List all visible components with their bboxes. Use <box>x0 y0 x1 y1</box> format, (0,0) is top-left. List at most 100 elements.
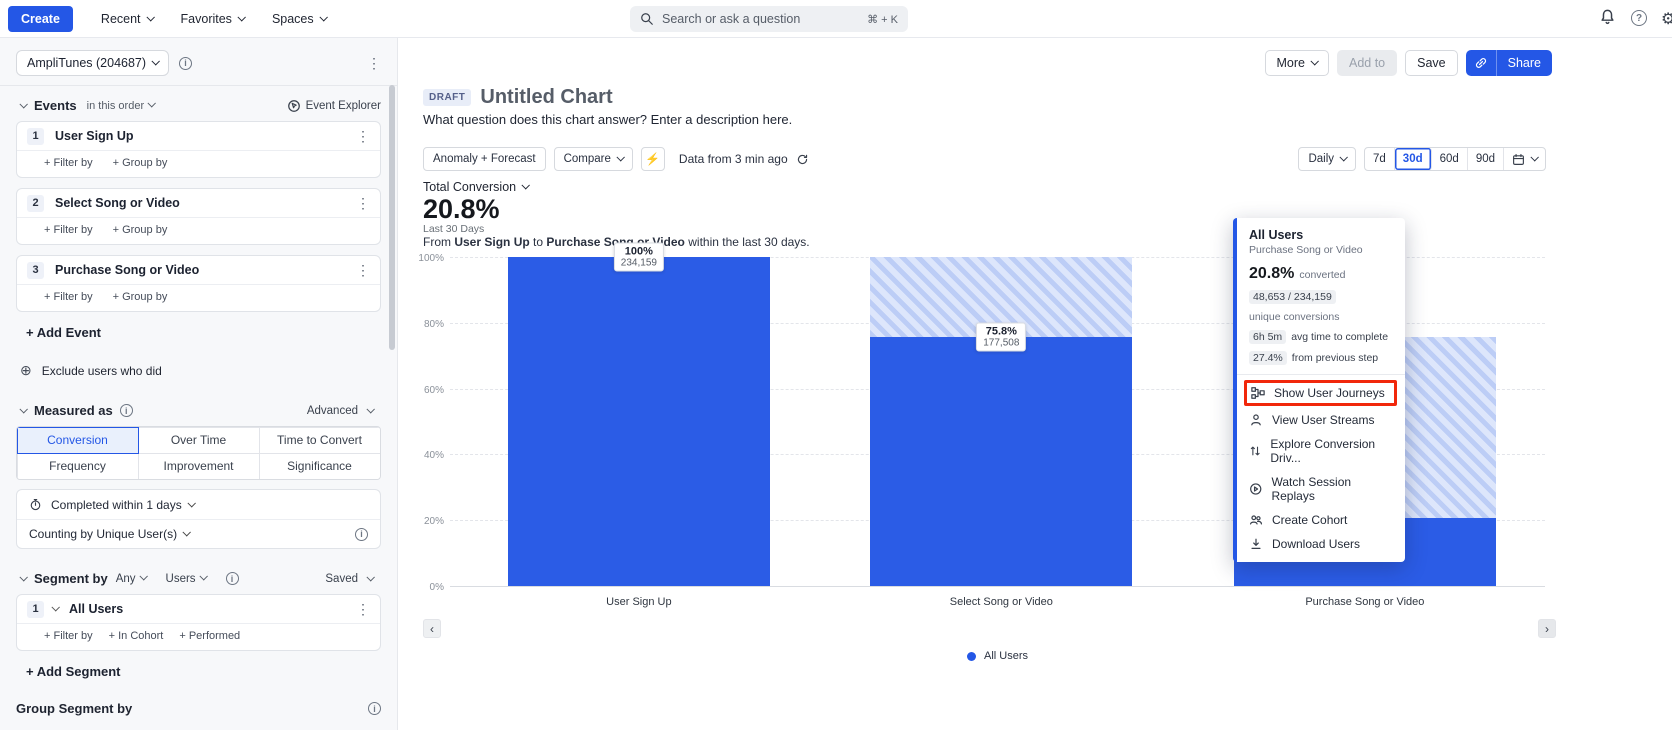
legend-label[interactable]: All Users <box>984 650 1028 662</box>
add-event-button[interactable]: + Add Event <box>26 325 381 340</box>
event-name[interactable]: User Sign Up <box>55 129 134 143</box>
segment-users-dropdown[interactable]: Users <box>166 573 214 585</box>
compare-dropdown[interactable]: Compare <box>554 147 633 171</box>
create-button[interactable]: Create <box>8 6 73 32</box>
top-nav: Create Recent Favorites Spaces Search or… <box>0 0 1672 38</box>
measured-info-icon[interactable]: i <box>120 404 133 417</box>
event-explorer-button[interactable]: Event Explorer <box>287 99 381 113</box>
segment-name[interactable]: All Users <box>69 602 123 616</box>
menu-create-cohort[interactable]: Create Cohort <box>1237 508 1405 532</box>
add-segment-button[interactable]: + Add Segment <box>26 664 381 679</box>
events-collapse-icon[interactable] <box>19 100 27 108</box>
live-bolt-button[interactable]: ⚡ <box>641 147 665 171</box>
sidebar-kebab-menu-icon[interactable]: ⋮ <box>367 56 381 70</box>
range-60d[interactable]: 60d <box>1432 148 1468 170</box>
share-button[interactable]: Share <box>1496 50 1552 76</box>
menu-download-users[interactable]: Download Users <box>1237 532 1405 556</box>
menu-explore-conversion-drivers[interactable]: Explore Conversion Driv... <box>1237 432 1405 470</box>
range-30d[interactable]: 30d <box>1395 148 1432 170</box>
range-90d[interactable]: 90d <box>1468 148 1504 170</box>
tab-conversion[interactable]: Conversion <box>17 427 139 454</box>
tab-significance[interactable]: Significance <box>259 453 381 480</box>
chevron-down-icon <box>183 528 191 536</box>
funnel-bar-user-sign-up[interactable]: 100% 234,159 User Sign Up <box>508 257 770 586</box>
conversion-options: Completed within 1 days Counting by Uniq… <box>16 489 381 549</box>
menu-watch-session-replays[interactable]: Watch Session Replays <box>1237 470 1405 508</box>
divider <box>1237 374 1405 375</box>
event-kebab-menu-icon[interactable]: ⋮ <box>356 263 370 277</box>
copy-link-button[interactable] <box>1466 50 1496 76</box>
nav-recent[interactable]: Recent <box>101 12 153 26</box>
share-split-button[interactable]: Share <box>1466 50 1552 76</box>
tab-over-time[interactable]: Over Time <box>138 427 260 454</box>
chart-page-right-button[interactable]: › <box>1538 619 1556 638</box>
event-name[interactable]: Select Song or Video <box>55 196 180 210</box>
data-freshness: Data from 3 min ago <box>679 152 809 166</box>
segment-kebab-menu-icon[interactable]: ⋮ <box>356 602 370 616</box>
events-order-dropdown[interactable]: in this order <box>87 100 162 112</box>
y-tick: 40% <box>418 450 444 461</box>
highlight-annotation: Show User Journeys <box>1244 380 1397 406</box>
measured-collapse-icon[interactable] <box>19 405 27 413</box>
counting-by-dropdown[interactable]: Counting by Unique User(s) i <box>17 519 380 548</box>
menu-show-user-journeys[interactable]: Show User Journeys <box>1247 383 1394 403</box>
counting-info-icon[interactable]: i <box>355 528 368 541</box>
event-kebab-menu-icon[interactable]: ⋮ <box>356 196 370 210</box>
in-cohort-link[interactable]: + In Cohort <box>109 630 164 642</box>
filter-by-link[interactable]: + Filter by <box>44 224 93 236</box>
group-segment-by-title: Group Segment by <box>16 701 132 716</box>
tab-improvement[interactable]: Improvement <box>138 453 260 480</box>
segment-any-dropdown[interactable]: Any <box>116 573 154 585</box>
chart-canvas: More Add to Save Share DRAFT Untitled Ch… <box>399 38 1672 730</box>
range-7d[interactable]: 7d <box>1365 148 1395 170</box>
search-input[interactable]: Search or ask a question ⌘ + K <box>630 6 908 32</box>
project-selector[interactable]: AmpliTunes (204687) <box>16 50 169 76</box>
filter-by-link[interactable]: + Filter by <box>44 291 93 303</box>
add-to-button[interactable]: Add to <box>1337 50 1397 76</box>
cohort-people-icon <box>1249 513 1263 527</box>
exclude-users-button[interactable]: ⊕ Exclude users who did <box>20 362 381 379</box>
anomaly-forecast-button[interactable]: Anomaly + Forecast <box>423 147 546 171</box>
date-picker-button[interactable] <box>1504 148 1545 170</box>
settings-gear-icon[interactable]: ⚙ <box>1661 9 1672 29</box>
group-segment-info-icon[interactable]: i <box>368 702 381 715</box>
nav-favorites[interactable]: Favorites <box>181 12 244 26</box>
refresh-icon[interactable] <box>796 153 809 166</box>
chart-page-left-button[interactable]: ‹ <box>423 619 441 638</box>
filter-by-link[interactable]: + Filter by <box>44 157 93 169</box>
nav-spaces[interactable]: Spaces <box>272 12 326 26</box>
group-by-link[interactable]: + Group by <box>113 224 168 236</box>
conversion-value: 20.8% <box>423 194 500 225</box>
chart-title[interactable]: Untitled Chart <box>480 86 612 109</box>
event-number: 3 <box>27 262 44 279</box>
event-name[interactable]: Purchase Song or Video <box>55 263 199 277</box>
chevron-down-icon <box>152 57 160 65</box>
segment-info-icon[interactable]: i <box>226 572 239 585</box>
tab-time-to-convert[interactable]: Time to Convert <box>259 427 381 454</box>
chart-description[interactable]: What question does this chart answer? En… <box>423 112 792 127</box>
filter-by-link[interactable]: + Filter by <box>44 630 93 642</box>
saved-dropdown[interactable]: Saved <box>325 573 381 585</box>
notifications-bell-icon[interactable] <box>1599 8 1616 29</box>
date-range-group: 7d 30d 60d 90d <box>1364 147 1546 171</box>
project-info-icon[interactable]: i <box>179 57 192 70</box>
advanced-dropdown[interactable]: Advanced <box>307 405 381 417</box>
completed-within-dropdown[interactable]: Completed within 1 days <box>17 490 380 519</box>
help-icon[interactable]: ? <box>1631 10 1647 26</box>
event-kebab-menu-icon[interactable]: ⋮ <box>356 129 370 143</box>
metric-dropdown[interactable]: Total Conversion <box>423 180 528 194</box>
group-by-link[interactable]: + Group by <box>113 157 168 169</box>
event-card-1: 1 User Sign Up ⋮ + Filter by + Group by <box>16 121 381 178</box>
tab-frequency[interactable]: Frequency <box>17 453 139 480</box>
group-by-link[interactable]: + Group by <box>113 291 168 303</box>
granularity-dropdown[interactable]: Daily <box>1298 147 1356 171</box>
save-button[interactable]: Save <box>1405 50 1458 76</box>
segment-collapse-icon[interactable] <box>19 573 27 581</box>
menu-view-user-streams[interactable]: View User Streams <box>1237 408 1405 432</box>
more-button[interactable]: More <box>1265 50 1329 76</box>
segment-by-title: Segment by <box>34 571 108 586</box>
sidebar-scrollbar[interactable] <box>389 85 395 350</box>
segment-expand-icon[interactable] <box>51 603 59 611</box>
funnel-bar-select-song[interactable]: 75.8% 177,508 Select Song or Video <box>870 257 1132 586</box>
performed-link[interactable]: + Performed <box>179 630 240 642</box>
